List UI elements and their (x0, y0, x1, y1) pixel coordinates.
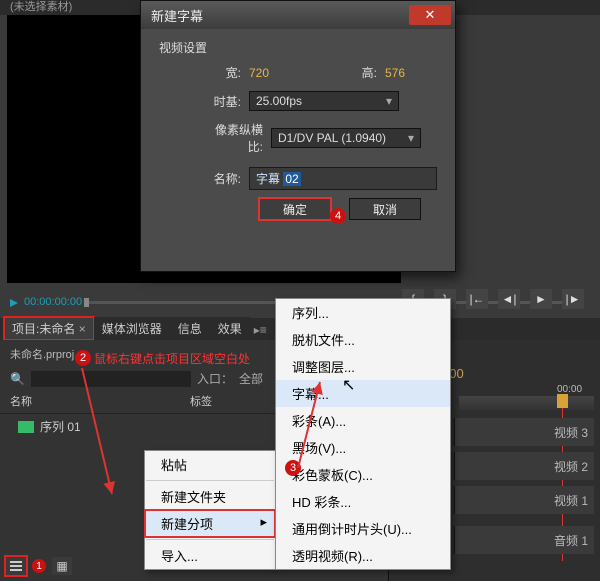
height-label: 高: (337, 64, 377, 81)
menu-new-item[interactable]: 新建分项 (145, 510, 275, 537)
marker-3: 3 (285, 460, 301, 476)
submenu-adjust-layer[interactable]: 调整图层... (276, 353, 450, 380)
tab-media-browser[interactable]: 媒体浏览器 (94, 317, 170, 340)
menu-sep (146, 539, 274, 540)
submenu-transparent-video[interactable]: 透明视频(R)... (276, 542, 450, 569)
name-input[interactable]: 字幕 02 (249, 167, 437, 190)
icon-view-button[interactable]: ▦ (52, 557, 72, 575)
chevron-down-icon: ▾ (386, 94, 392, 108)
col-header-name[interactable]: 名称 (10, 393, 190, 409)
step-back-button[interactable]: ◄| (498, 289, 520, 309)
context-menu: 粘帖 新建文件夹 新建分项 导入... (144, 450, 276, 570)
marker-1: 1 (32, 559, 46, 573)
tab-effects[interactable]: 效果 (210, 317, 250, 340)
app-root: (未选择素材) 00:00:00:00 { } |← ◄| ► |► 项目:未命… (0, 0, 600, 581)
tab-project[interactable]: 项目:未命名 × (4, 317, 94, 340)
annotation-hint-2: 鼠标右键点击项目区域空白处 (94, 350, 250, 367)
name-label: 名称: (201, 170, 241, 187)
timeline-ruler[interactable] (459, 396, 594, 410)
marker-4: 4 (330, 208, 346, 224)
dialog-title-text: 新建字幕 (151, 6, 203, 25)
search-icon[interactable]: 🔍 (10, 372, 25, 386)
list-icon (10, 561, 22, 571)
submenu-sequence[interactable]: 序列... (276, 299, 450, 326)
par-label: 像素纵横比: (201, 121, 263, 155)
menu-new-folder[interactable]: 新建文件夹 (145, 483, 275, 510)
menu-import[interactable]: 导入... (145, 542, 275, 569)
menu-sep (146, 480, 274, 481)
filter-in-value[interactable]: 全部 (239, 370, 263, 387)
timebase-label: 时基: (201, 93, 241, 110)
go-in-button[interactable]: |← (466, 289, 488, 309)
cancel-button[interactable]: 取消 (349, 198, 421, 220)
col-header-tag[interactable]: 标签 (190, 393, 212, 409)
sequence-name: 序列 01 (40, 418, 81, 435)
width-label: 宽: (201, 64, 241, 81)
width-value[interactable]: 720 (249, 66, 291, 80)
new-title-dialog: 新建字幕 ✕ 视频设置 宽: 720 高: 576 时基: 25.00fps▾ … (140, 0, 456, 272)
tab-overflow[interactable]: ▸≡ (250, 320, 271, 340)
play-icon (10, 298, 18, 306)
timebase-select[interactable]: 25.00fps▾ (249, 91, 399, 111)
list-view-button[interactable] (6, 557, 26, 575)
dialog-close-button[interactable]: ✕ (409, 5, 451, 25)
ok-button[interactable]: 确定 (259, 198, 331, 220)
submenu-hd-bars[interactable]: HD 彩条... (276, 488, 450, 515)
submenu-black-video[interactable]: 黑场(V)... (276, 434, 450, 461)
search-input[interactable] (31, 371, 191, 387)
filter-in-label: 入口： (197, 370, 233, 387)
submenu-bars[interactable]: 彩条(A)... (276, 407, 450, 434)
par-select[interactable]: D1/DV PAL (1.0940)▾ (271, 128, 421, 148)
submenu-offline[interactable]: 脱机文件... (276, 326, 450, 353)
submenu-countdown[interactable]: 通用倒计时片头(U)... (276, 515, 450, 542)
sequence-icon (18, 421, 34, 433)
playhead-icon[interactable] (557, 394, 568, 408)
height-value[interactable]: 576 (385, 66, 427, 80)
dialog-titlebar[interactable]: 新建字幕 ✕ (141, 1, 455, 29)
cursor-icon: ↖ (342, 375, 355, 395)
submenu-color-matte[interactable]: 彩色蒙板(C)... (276, 461, 450, 488)
project-footer: 1 ▦ (6, 557, 72, 575)
marker-2: 2 (75, 350, 91, 366)
step-fwd-button[interactable]: |► (562, 289, 584, 309)
menu-paste[interactable]: 粘帖 (145, 451, 275, 478)
play-button[interactable]: ► (530, 289, 552, 309)
chevron-down-icon: ▾ (408, 131, 414, 145)
tab-info[interactable]: 信息 (170, 317, 210, 340)
video-settings-label: 视频设置 (159, 39, 437, 56)
current-time: 00:00:00:00 (24, 296, 82, 308)
submenu-title[interactable]: 字幕... (276, 380, 450, 407)
new-item-submenu: 序列... 脱机文件... 调整图层... 字幕... 彩条(A)... 黑场(… (275, 298, 451, 570)
